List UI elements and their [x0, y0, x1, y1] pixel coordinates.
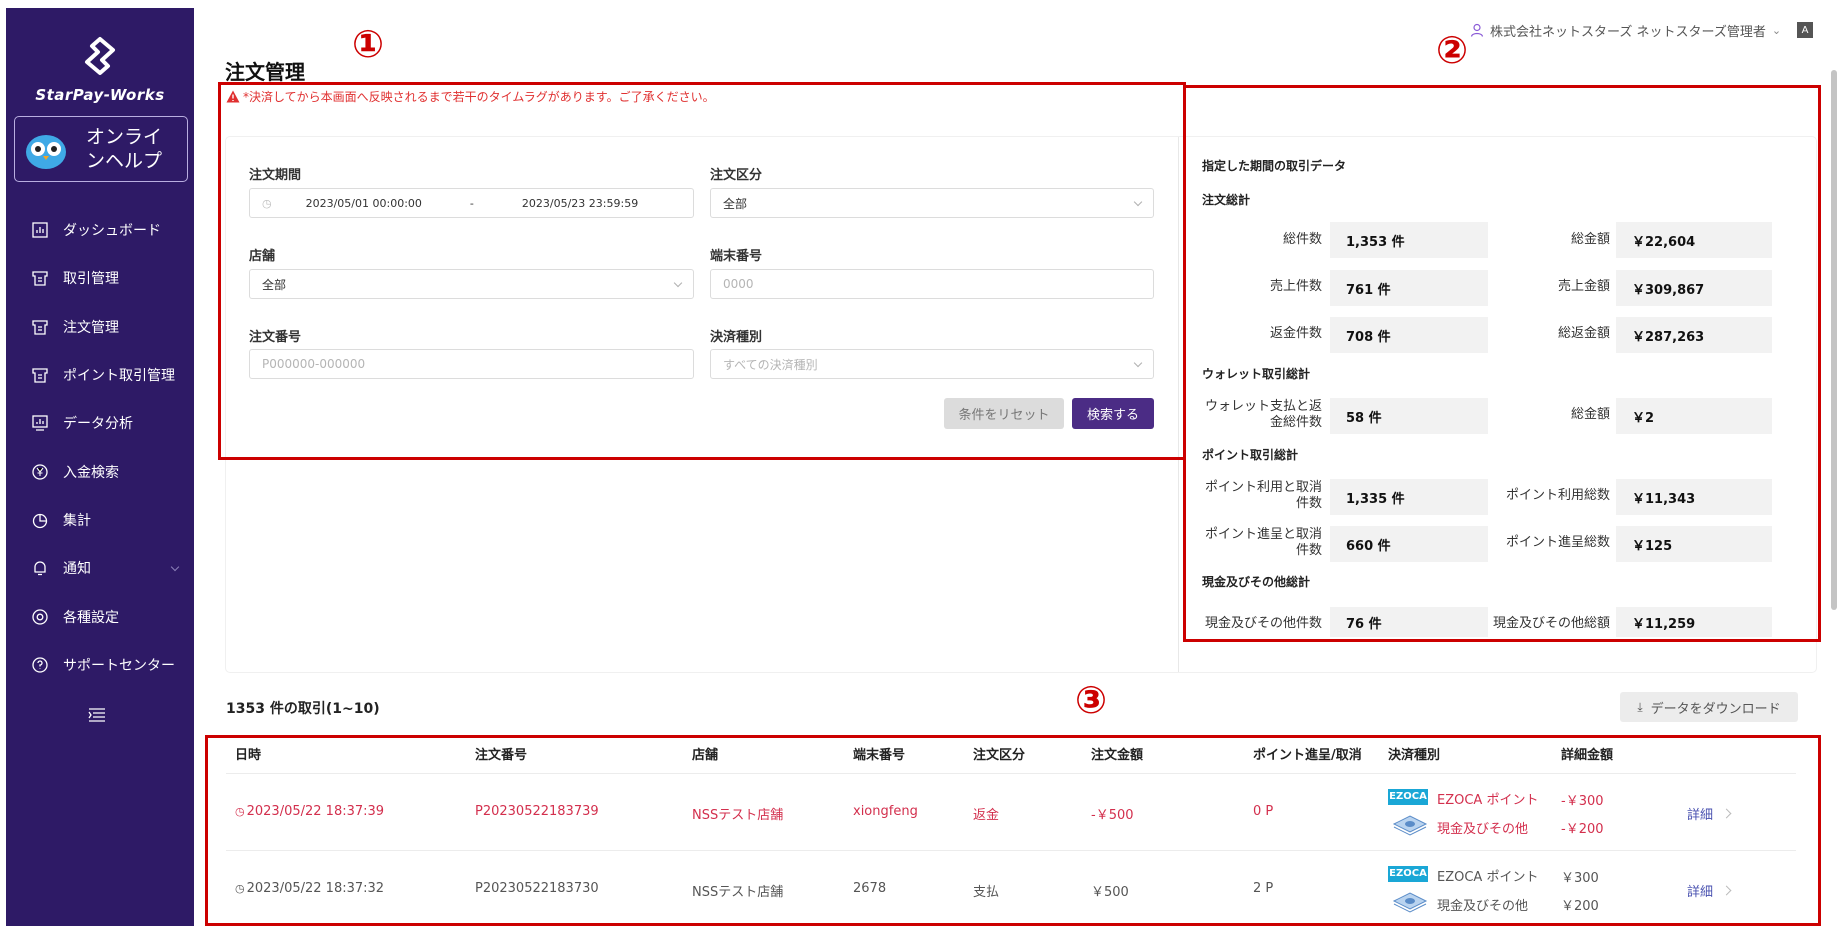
- annotation-label-2: ②: [1436, 28, 1469, 72]
- chevron-down-icon: [170, 562, 180, 572]
- receipt-icon: [32, 368, 48, 383]
- scrollbar-thumb[interactable]: [1831, 70, 1837, 610]
- pie-chart-icon: [32, 513, 48, 529]
- user-icon: [1470, 23, 1484, 37]
- annotation-label-3: ③: [1075, 678, 1108, 722]
- annotation-box-2: [1183, 85, 1821, 642]
- bar-chart-icon: [32, 222, 48, 238]
- sidebar-item-label: 入金検索: [63, 464, 119, 481]
- chevron-down-icon: ⌄: [1771, 23, 1782, 37]
- monitor-chart-icon: [32, 415, 48, 431]
- sidebar-item-transactions[interactable]: 取引管理: [6, 254, 194, 302]
- receipt-icon: [32, 320, 48, 335]
- sidebar-nav: ダッシュボード 取引管理 注文管理 ポイント取引管理 データ分析 入金検索 集計: [6, 206, 194, 689]
- download-label: データをダウンロード: [1650, 701, 1781, 717]
- sidebar-item-orders[interactable]: 注文管理: [6, 303, 194, 351]
- bell-icon: [34, 561, 46, 576]
- user-menu[interactable]: 株式会社ネットスターズ ネットスターズ管理者 ⌄ A: [1470, 18, 1814, 42]
- sidebar-item-label: 注文管理: [63, 319, 119, 336]
- logo-mark-icon: [85, 37, 115, 75]
- sidebar-item-label: ポイント取引管理: [63, 368, 175, 385]
- sidebar-item-label: サポートセンター: [63, 657, 175, 674]
- download-icon: ⤓: [1637, 699, 1643, 714]
- annotation-label-1: ①: [352, 22, 385, 66]
- sidebar-item-label: 通知: [63, 561, 91, 578]
- sidebar-item-label: 集計: [63, 512, 91, 529]
- page-title: 注文管理: [225, 60, 305, 84]
- user-name: 株式会社ネットスターズ ネットスターズ管理者: [1490, 24, 1766, 40]
- sidebar-item-label: 各種設定: [63, 609, 119, 626]
- transaction-count: 1353 件の取引(1~10): [226, 701, 380, 717]
- sidebar-item-dashboard[interactable]: ダッシュボード: [6, 206, 194, 254]
- owl-mascot-icon: [26, 135, 66, 169]
- sidebar-item-settings[interactable]: 各種設定: [6, 592, 194, 640]
- brand-name: StarPay-Works: [35, 86, 165, 104]
- brand-logo[interactable]: StarPay-Works: [6, 36, 194, 104]
- online-help-label: オンラインヘルプ: [85, 126, 162, 172]
- annotation-box-3: [205, 735, 1821, 926]
- settings-circle-icon: [32, 608, 48, 625]
- sidebar-item-deposits[interactable]: 入金検索: [6, 447, 194, 495]
- sidebar-item-label: ダッシュボード: [63, 223, 161, 240]
- sidebar-item-analytics[interactable]: データ分析: [6, 399, 194, 447]
- annotation-box-1: [218, 82, 1186, 460]
- sidebar-item-summary[interactable]: 集計: [6, 496, 194, 544]
- sidebar-item-points[interactable]: ポイント取引管理: [6, 351, 194, 399]
- download-button[interactable]: ⤓ データをダウンロード: [1620, 692, 1798, 722]
- sidebar: StarPay-Works オンラインヘルプ ダッシュボード 取引管理 注文管理…: [6, 8, 194, 926]
- yen-circle-icon: [32, 463, 48, 480]
- menu-collapse-icon[interactable]: [88, 708, 106, 722]
- language-icon[interactable]: A: [1797, 22, 1814, 38]
- sidebar-item-support[interactable]: サポートセンター: [6, 641, 194, 689]
- help-circle-icon: [32, 657, 48, 673]
- sidebar-item-label: データ分析: [63, 416, 133, 433]
- sidebar-item-label: 取引管理: [63, 271, 119, 288]
- sidebar-item-notifications[interactable]: 通知: [6, 544, 194, 592]
- receipt-icon: [32, 271, 48, 287]
- online-help-button[interactable]: オンラインヘルプ: [14, 116, 188, 182]
